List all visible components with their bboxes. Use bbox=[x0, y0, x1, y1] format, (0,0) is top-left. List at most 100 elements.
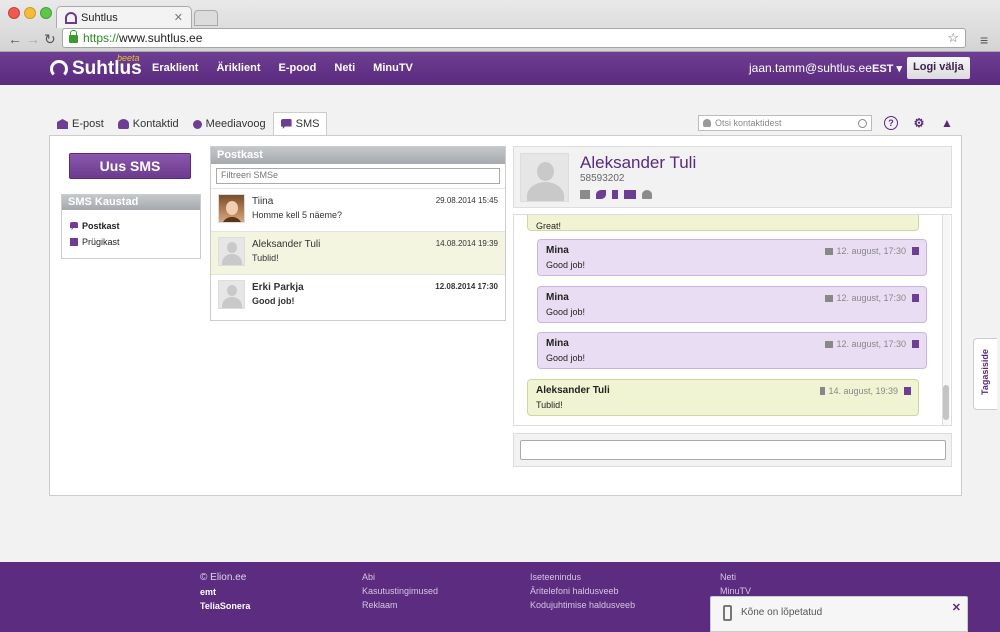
inbox-title: Postkast bbox=[211, 147, 505, 164]
tab-kontaktid[interactable]: Kontaktid bbox=[111, 113, 186, 135]
logout-button[interactable]: Logi välja bbox=[907, 57, 970, 79]
nav-neti[interactable]: Neti bbox=[334, 62, 355, 74]
envelope-icon[interactable] bbox=[580, 190, 590, 199]
browser-menu-icon[interactable]: ≡ bbox=[980, 32, 988, 48]
contact-search-input[interactable]: Otsi kontaktidest bbox=[698, 115, 872, 131]
filter-sms-input[interactable]: Filtreeri SMSe bbox=[216, 168, 500, 184]
contact-avatar bbox=[520, 153, 569, 202]
contact-header: Aleksander Tuli 58593202 bbox=[513, 146, 952, 208]
suhtlus-logo[interactable]: Suhtlus beeta bbox=[50, 53, 142, 80]
avatar bbox=[218, 237, 245, 266]
forward-arrow-icon[interactable]: → bbox=[26, 31, 40, 47]
nav-eraklient[interactable]: Eraklient bbox=[152, 62, 198, 74]
mobile-icon bbox=[820, 387, 826, 395]
contact-name[interactable]: Aleksander Tuli bbox=[580, 153, 696, 173]
contact-phone: 58593202 bbox=[580, 173, 625, 184]
footer-link[interactable]: Iseteenindus bbox=[530, 572, 640, 582]
footer-link[interactable]: Reklaam bbox=[362, 600, 438, 610]
chat-icon bbox=[825, 340, 834, 348]
language-selector[interactable]: EST ▾ bbox=[872, 62, 902, 75]
nav-ariklient[interactable]: Äriklient bbox=[216, 62, 260, 74]
suhtlus-favicon-icon bbox=[65, 11, 77, 24]
language-value: EST bbox=[872, 63, 894, 75]
phone-icon bbox=[723, 605, 732, 621]
top-navigation: Eraklient Äriklient E-pood Neti MinuTV bbox=[152, 62, 413, 74]
close-window-button[interactable] bbox=[8, 7, 20, 19]
contact-actions bbox=[580, 190, 652, 199]
sms-icon[interactable] bbox=[624, 190, 636, 199]
url-scheme: https:// bbox=[83, 31, 120, 45]
close-icon[interactable]: ✕ bbox=[952, 601, 961, 614]
trash-icon[interactable] bbox=[912, 247, 919, 255]
footer-link[interactable]: Neti bbox=[720, 572, 751, 582]
avatar bbox=[218, 194, 245, 223]
toast-text: Kõne on lõpetatud bbox=[741, 607, 823, 618]
message-text: Good job! bbox=[546, 353, 586, 363]
minimize-window-button[interactable] bbox=[24, 7, 36, 19]
footer-col-1: Abi Kasutustingimused Reklaam bbox=[362, 572, 438, 614]
warning-icon[interactable]: ▲ bbox=[940, 116, 954, 130]
bookmark-star-icon[interactable]: ☆ bbox=[947, 30, 959, 46]
footer-link[interactable]: MinuTV bbox=[720, 586, 751, 596]
sms-folders: SMS Kaustad Postkast Prügikast bbox=[61, 194, 201, 259]
trash-icon[interactable] bbox=[912, 340, 919, 348]
add-person-icon[interactable] bbox=[642, 190, 652, 199]
user-email[interactable]: jaan.tamm@suhtlus.ee bbox=[749, 61, 872, 75]
trash-icon bbox=[70, 238, 78, 246]
feedback-label: Tagasiside bbox=[980, 349, 990, 395]
sms-panel: Uus SMS SMS Kaustad Postkast Prügikast P… bbox=[49, 135, 962, 496]
browser-tab-title: Suhtlus bbox=[81, 11, 118, 24]
footer-link[interactable]: Kasutustingimused bbox=[362, 586, 438, 596]
search-icon[interactable] bbox=[858, 118, 867, 128]
tab-meediavoog[interactable]: Meediavoog bbox=[186, 113, 273, 135]
conversation-thread[interactable]: Great! Mina Good job! 12. august, 17:30 … bbox=[513, 214, 952, 426]
message-date: 14.08.2014 19:39 bbox=[435, 239, 498, 248]
feedback-tab[interactable]: Tagasiside bbox=[973, 338, 997, 410]
gear-icon[interactable]: ⚙ bbox=[912, 116, 926, 130]
message-preview: Homme kell 5 näeme? bbox=[252, 210, 343, 220]
reply-input[interactable] bbox=[520, 440, 946, 460]
footer-link[interactable]: Kodujuhtimise haldusveeb bbox=[530, 600, 640, 610]
reload-icon[interactable]: ↻ bbox=[44, 31, 56, 48]
help-icon[interactable]: ? bbox=[884, 116, 898, 130]
message-bubble: Aleksander Tuli Tublid! 14. august, 19:3… bbox=[527, 379, 919, 416]
inbox-row[interactable]: Aleksander Tuli Tublid! 14.08.2014 19:39 bbox=[211, 231, 505, 274]
footer-link[interactable]: Äritelefoni haldusveeb bbox=[530, 586, 640, 596]
phone-icon[interactable] bbox=[596, 190, 606, 199]
footer-link[interactable]: Abi bbox=[362, 572, 438, 582]
back-arrow-icon[interactable]: ← bbox=[8, 31, 22, 47]
folders-title: SMS Kaustad bbox=[62, 195, 200, 210]
inbox-icon bbox=[70, 222, 78, 230]
nav-e-pood[interactable]: E-pood bbox=[278, 62, 316, 74]
tab-label: Meediavoog bbox=[205, 118, 266, 130]
scrollbar-thumb[interactable] bbox=[943, 385, 949, 420]
tab-sms[interactable]: SMS bbox=[272, 112, 328, 136]
footer-col-2: Iseteenindus Äritelefoni haldusveeb Kodu… bbox=[530, 572, 640, 614]
inbox-row[interactable]: Tiina Homme kell 5 näeme? 29.08.2014 15:… bbox=[211, 188, 505, 231]
footer-copyright[interactable]: © Elion.ee bbox=[200, 572, 250, 583]
zoom-window-button[interactable] bbox=[40, 7, 52, 19]
folder-postkast[interactable]: Postkast bbox=[62, 218, 200, 234]
mobile-icon[interactable] bbox=[612, 190, 618, 199]
trash-icon[interactable] bbox=[904, 387, 911, 395]
emt-logo[interactable]: emt bbox=[200, 587, 250, 597]
message-preview: Good job! bbox=[252, 296, 295, 306]
message-time: 14. august, 19:39 bbox=[828, 386, 898, 396]
new-sms-button[interactable]: Uus SMS bbox=[69, 153, 191, 179]
nav-minutv[interactable]: MinuTV bbox=[373, 62, 413, 74]
close-tab-icon[interactable]: ✕ bbox=[174, 11, 183, 24]
tab-e-post[interactable]: E-post bbox=[50, 113, 111, 135]
avatar bbox=[218, 280, 245, 309]
address-bar[interactable]: https://www.suhtlus.ee ☆ bbox=[62, 28, 966, 48]
new-tab-button[interactable] bbox=[194, 10, 218, 26]
message-bubble: Mina Good job! 12. august, 17:30 bbox=[537, 239, 927, 276]
trash-icon[interactable] bbox=[912, 294, 919, 302]
browser-tab[interactable]: Suhtlus ✕ bbox=[56, 6, 192, 28]
message-text: Tublid! bbox=[536, 400, 563, 410]
teliasonera-logo[interactable]: TeliaSonera bbox=[200, 601, 250, 611]
sender-name: Erki Parkja bbox=[252, 282, 304, 293]
message-date: 29.08.2014 15:45 bbox=[435, 196, 498, 205]
folder-prugikast[interactable]: Prügikast bbox=[62, 234, 200, 250]
inbox-row[interactable]: Erki Parkja Good job! 12.08.2014 17:30 bbox=[211, 274, 505, 317]
folder-label: Postkast bbox=[82, 221, 120, 231]
